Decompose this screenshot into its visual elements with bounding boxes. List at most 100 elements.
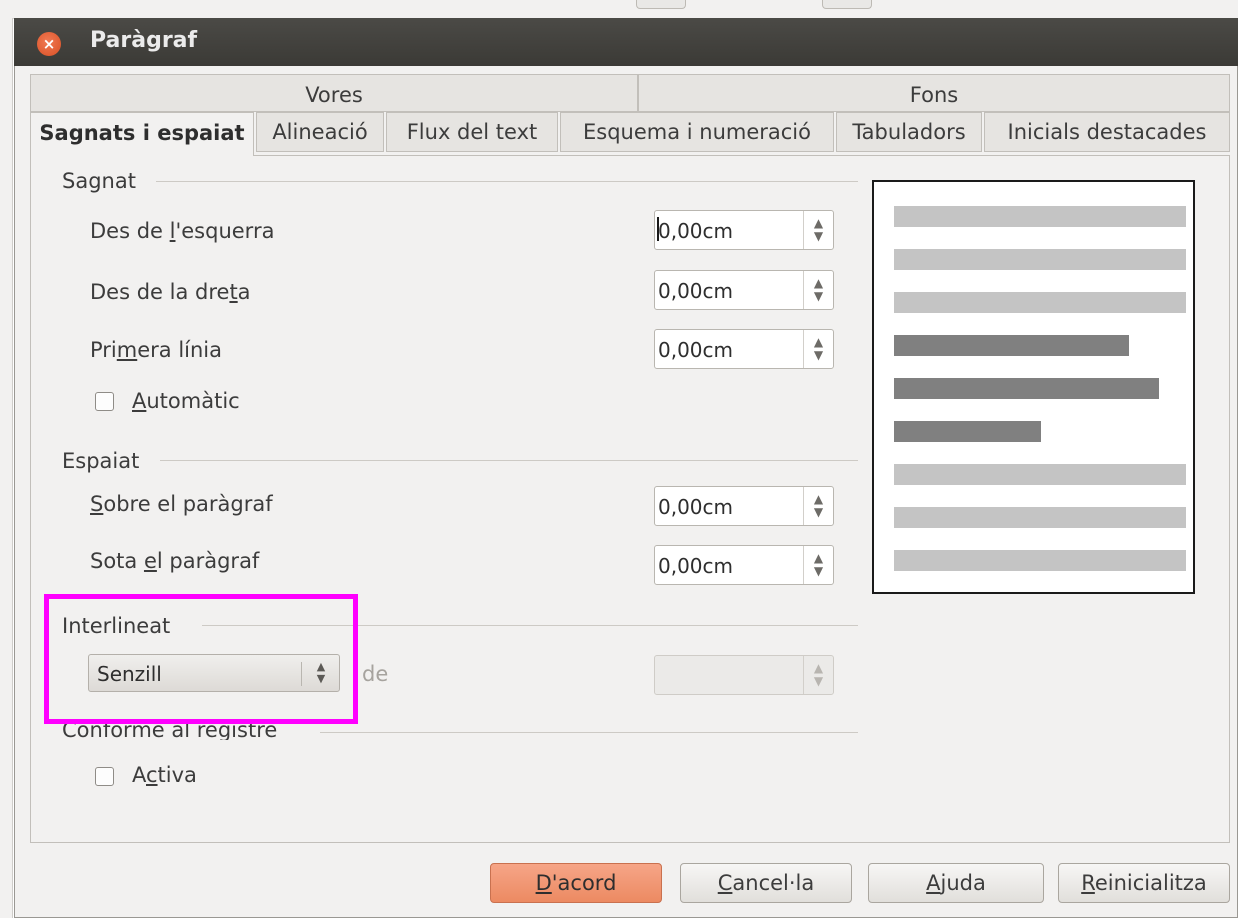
section-divider (160, 460, 858, 461)
reset-button[interactable]: Reinicialitza (1058, 863, 1230, 903)
label-text: Sota (90, 549, 144, 573)
preview-line (894, 464, 1186, 485)
label-below-paragraph: Sota el paràgraf (90, 549, 259, 573)
tab-label: Sagnats i espaiat (39, 121, 245, 145)
preview-line (894, 292, 1186, 313)
activate-checkbox[interactable] (95, 767, 114, 786)
label-text: obre el paràgraf (103, 492, 273, 516)
button-label: 'acord (551, 871, 617, 895)
tab-label: Inicials destacades (1007, 120, 1207, 144)
button-label: ancel·la (732, 871, 815, 895)
spacing-of-label: de (362, 662, 389, 686)
paragraph-preview (872, 180, 1195, 594)
tab-label: Alineació (272, 120, 368, 144)
mnemonic: A (926, 871, 941, 895)
tab-tabuladors[interactable]: Tabuladors (836, 112, 982, 152)
automatic-label[interactable]: Automàtic (132, 389, 240, 413)
tab-label: Fons (909, 83, 959, 107)
label-from-right: Des de la dreta (90, 280, 251, 304)
background-window-edge (0, 18, 13, 918)
tab-sagnats-i-espaiat[interactable]: Sagnats i espaiat (30, 112, 254, 156)
label-text: Pri (90, 338, 117, 362)
mnemonic: D (535, 871, 552, 895)
from-right-spinbox[interactable]: 0,00cm ▲ ▼ (654, 270, 834, 310)
dialog-title: Paràgraf (90, 28, 198, 53)
active-tab-joiner (31, 154, 253, 157)
mnemonic: S (90, 492, 104, 516)
help-button[interactable]: Ajuda (868, 863, 1044, 903)
tab-flux-del-text[interactable]: Flux del text (386, 112, 558, 152)
from-left-value[interactable]: 0,00cm (658, 219, 733, 243)
activate-label[interactable]: Activa (132, 763, 197, 787)
cancel-button[interactable]: Cancel·la (680, 863, 852, 903)
tab-label: Tabuladors (852, 120, 966, 144)
button-label: einicialitza (1094, 871, 1207, 895)
spin-arrows-icon[interactable]: ▲ ▼ (803, 271, 833, 309)
preview-line-current (894, 378, 1159, 399)
spin-arrows-icon[interactable]: ▲ ▼ (803, 546, 833, 584)
above-paragraph-value[interactable]: 0,00cm (658, 495, 733, 519)
mnemonic: C (717, 871, 733, 895)
label-text: Des de la dre (90, 280, 230, 304)
mnemonic: t (229, 280, 238, 304)
mnemonic: e (143, 549, 157, 573)
button-label: juda (940, 871, 986, 895)
dialog-titlebar (14, 18, 1238, 66)
label-text: l paràgraf (156, 549, 260, 573)
ok-button[interactable]: D'acord (490, 863, 662, 903)
spin-arrows-icon: ▲ ▼ (803, 656, 833, 694)
below-paragraph-spinbox[interactable]: 0,00cm ▲ ▼ (654, 545, 834, 585)
tab-label: Flux del text (406, 120, 538, 144)
preview-line-current (894, 421, 1041, 442)
automatic-checkbox[interactable] (95, 392, 114, 411)
label-text: A (132, 763, 146, 787)
tab-fons[interactable]: Fons (638, 74, 1230, 112)
tab-vores[interactable]: Vores (30, 74, 638, 112)
label-above-paragraph: Sobre el paràgraf (90, 492, 273, 516)
label-text: 'esquerra (175, 219, 275, 243)
section-register-heading: Conforme al registre (62, 722, 277, 740)
background-window-strip (0, 0, 1238, 19)
section-espaiat-heading: Espaiat (62, 449, 140, 473)
below-paragraph-value[interactable]: 0,00cm (658, 554, 733, 578)
highlight-box (44, 594, 358, 724)
background-control (822, 0, 872, 9)
preview-line (894, 249, 1186, 270)
background-control (636, 0, 686, 9)
spin-arrows-icon[interactable]: ▲ ▼ (803, 330, 833, 368)
label-text: Des de (90, 219, 170, 243)
preview-line (894, 507, 1186, 528)
section-divider (156, 181, 858, 182)
label-text: a (237, 280, 251, 304)
heading-text: Conforme al registre (62, 722, 278, 740)
section-divider (320, 732, 858, 733)
close-icon[interactable]: × (37, 32, 61, 56)
first-line-spinbox[interactable]: 0,00cm ▲ ▼ (654, 329, 834, 369)
label-from-left: Des de l'esquerra (90, 219, 274, 243)
label-text: tiva (157, 763, 197, 787)
label-first-line: Primera línia (90, 338, 222, 362)
text-cursor (657, 217, 659, 241)
mnemonic: R (1081, 871, 1095, 895)
from-right-value[interactable]: 0,00cm (658, 279, 733, 303)
from-left-spinbox[interactable]: 0,00cm ▲ ▼ (654, 210, 834, 250)
tab-label: Vores (305, 83, 363, 107)
label-text: utomàtic (146, 389, 240, 413)
preview-line (894, 550, 1186, 571)
mnemonic: m (116, 338, 138, 362)
first-line-value[interactable]: 0,00cm (658, 338, 733, 362)
mnemonic: A (132, 389, 147, 413)
spin-arrows-icon[interactable]: ▲ ▼ (803, 211, 833, 249)
preview-line-current (894, 335, 1129, 356)
tab-inicials-destacades[interactable]: Inicials destacades (984, 112, 1230, 152)
spacing-of-spinbox[interactable]: ▲ ▼ (654, 655, 834, 695)
tab-label: Esquema i numeració (582, 120, 811, 144)
label-text: era línia (137, 338, 223, 362)
spin-arrows-icon[interactable]: ▲ ▼ (803, 487, 833, 525)
section-sagnat-heading: Sagnat (62, 169, 136, 193)
mnemonic: c (146, 763, 158, 787)
tab-alineacio[interactable]: Alineació (256, 112, 384, 152)
preview-line (894, 206, 1186, 227)
tab-esquema-i-numeracio[interactable]: Esquema i numeració (560, 112, 834, 152)
above-paragraph-spinbox[interactable]: 0,00cm ▲ ▼ (654, 486, 834, 526)
